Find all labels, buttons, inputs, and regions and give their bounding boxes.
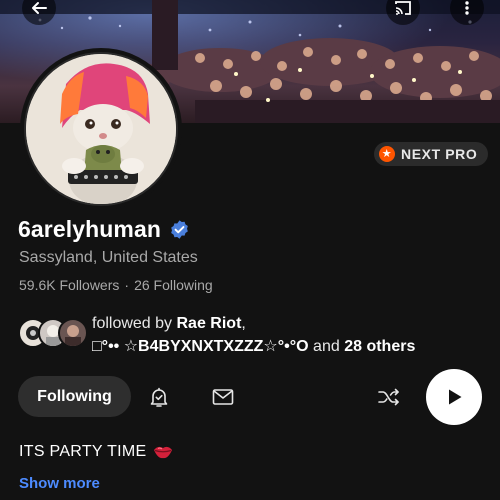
following-count[interactable]: 26 Following: [134, 277, 213, 293]
profile-actions: Following: [18, 369, 484, 425]
shuffle-icon: [378, 388, 399, 406]
cast-icon: [395, 1, 411, 15]
avatar: [24, 52, 178, 206]
next-pro-label: NEXT PRO: [401, 146, 478, 162]
notifications-button[interactable]: [144, 382, 174, 412]
avatar-container[interactable]: [20, 48, 182, 210]
followed-by-comma: ,: [241, 315, 246, 332]
followed-by-prefix: followed by: [92, 315, 173, 332]
location: Sassyland, United States: [19, 249, 198, 266]
bio: ITS PARTY TIME: [19, 443, 173, 461]
mutual-avatars: [18, 318, 88, 350]
followers-count[interactable]: 59.6K Followers: [19, 277, 119, 293]
stats-separator: ·: [124, 277, 130, 293]
followed-by-and: and: [313, 338, 340, 355]
following-button[interactable]: Following: [18, 376, 131, 417]
bio-text: ITS PARTY TIME: [19, 443, 147, 460]
arrow-left-icon: [32, 2, 47, 14]
shuffle-button[interactable]: [374, 382, 404, 412]
mail-icon: [212, 389, 234, 405]
message-button[interactable]: [208, 382, 238, 412]
mutual-followers-others[interactable]: 28 others: [344, 338, 415, 355]
bell-check-icon: [150, 387, 168, 407]
play-button[interactable]: [426, 369, 482, 425]
mutual-follower-name-2[interactable]: □°•• ☆B4BYXNXTXZZZ☆°•°O: [92, 338, 309, 355]
show-more-link[interactable]: Show more: [19, 475, 100, 492]
followed-by-section[interactable]: followed by Rae Riot, □°•• ☆B4BYXNXTXZZZ…: [18, 312, 488, 360]
username: 6arelyhuman: [18, 216, 161, 242]
more-vertical-icon: [465, 1, 469, 15]
play-icon: [449, 389, 462, 405]
cat-avatar-image: [26, 54, 176, 204]
next-pro-badge[interactable]: ★ NEXT PRO: [374, 142, 489, 166]
lips-icon: [153, 446, 172, 459]
verified-badge-icon: [171, 220, 188, 239]
follow-stats: 59.6K Followers · 26 Following: [19, 277, 213, 293]
mutual-follower-name[interactable]: Rae Riot: [177, 315, 242, 332]
star-icon: ★: [379, 146, 395, 162]
followed-by-text: followed by Rae Riot, □°•• ☆B4BYXNXTXZZZ…: [92, 312, 415, 358]
username-row: 6arelyhuman: [18, 216, 190, 243]
mutual-avatar: [58, 318, 88, 348]
